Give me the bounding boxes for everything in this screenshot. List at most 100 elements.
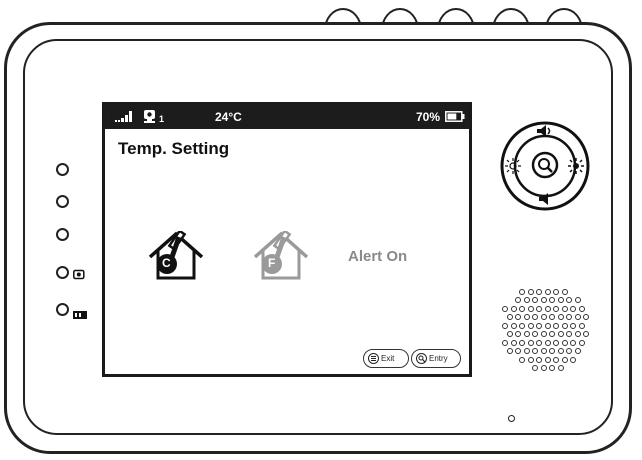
speaker-hole (519, 339, 526, 346)
signal-bars-icon (115, 111, 135, 126)
speaker-hole (574, 314, 581, 320)
speaker-hole (583, 331, 589, 337)
celsius-letter: C (162, 256, 171, 270)
menu-icon (368, 353, 379, 364)
speaker-hole (506, 331, 513, 337)
speaker-hole (506, 348, 513, 354)
speaker-hole (566, 297, 572, 303)
speaker-hole (553, 339, 560, 346)
camera-index: 1 (159, 114, 165, 124)
speaker-hole (515, 348, 521, 354)
speaker-hole (578, 322, 585, 329)
camera-icon (73, 267, 85, 285)
battery-percent: 70% (416, 110, 441, 124)
side-button-camera[interactable] (56, 266, 69, 279)
speaker-hole (570, 339, 577, 346)
speaker-hole (553, 288, 560, 295)
microphone-hole-icon (508, 415, 515, 422)
speaker-hole (561, 322, 568, 329)
side-button-3[interactable] (56, 228, 69, 241)
speaker-hole (532, 314, 538, 320)
side-button-video[interactable] (56, 303, 69, 316)
speaker-hole (515, 297, 521, 303)
speaker-hole (519, 305, 526, 312)
entry-label: Entry (429, 354, 448, 363)
fahrenheit-option[interactable]: F (252, 229, 310, 286)
speaker-hole (549, 314, 555, 320)
speaker-hole (536, 322, 543, 329)
speaker-hole (574, 297, 581, 303)
speaker-hole (561, 305, 568, 312)
speaker-hole (544, 356, 551, 363)
speaker-hole (510, 339, 517, 346)
speaker-hole (578, 305, 585, 312)
speaker-hole (540, 297, 547, 303)
speaker-hole (515, 331, 521, 337)
speaker-hole (566, 314, 572, 320)
exit-button[interactable]: Exit (363, 349, 409, 368)
celsius-house-icon (148, 229, 204, 280)
speaker-hole (502, 339, 509, 346)
speaker-hole (557, 331, 564, 337)
speaker-hole (523, 314, 530, 320)
speaker-hole (523, 297, 530, 303)
speaker-hole (570, 356, 577, 363)
speaker-hole (532, 365, 538, 371)
speaker-hole (527, 339, 534, 346)
speaker-hole (553, 356, 560, 363)
speaker-hole (510, 322, 517, 329)
speaker-hole (566, 348, 572, 354)
alert-label[interactable]: Alert On (348, 248, 407, 265)
temperature-readout: 24°C (215, 110, 242, 124)
speaker-hole (549, 348, 555, 354)
side-button-1[interactable] (56, 163, 69, 176)
speaker-hole (523, 348, 530, 354)
speaker-hole (561, 339, 568, 346)
battery-icon (445, 111, 465, 125)
speaker-hole (532, 348, 538, 354)
speaker-hole (519, 288, 526, 295)
speaker-hole (536, 339, 543, 346)
speaker-hole (540, 348, 547, 354)
speaker-hole (553, 305, 560, 312)
speaker-hole (578, 339, 585, 346)
brightness-down-icon[interactable] (504, 157, 522, 180)
speaker-hole (557, 348, 564, 354)
speaker-hole (527, 322, 534, 329)
status-bar: 1 24°C 70% (105, 105, 469, 129)
side-button-2[interactable] (56, 195, 69, 208)
speaker-hole (549, 297, 555, 303)
fahrenheit-letter: F (268, 256, 276, 270)
speaker-hole (557, 365, 564, 371)
speaker-grille-icon (498, 280, 592, 374)
zoom-icon[interactable] (536, 156, 556, 181)
zoom-icon (416, 353, 427, 364)
speaker-hole (519, 322, 526, 329)
speaker-hole (502, 322, 509, 329)
brightness-up-icon[interactable] (567, 157, 585, 180)
speaker-hole (557, 297, 564, 303)
speaker-hole (540, 331, 547, 337)
speaker-hole (544, 322, 551, 329)
volume-down-icon[interactable] (538, 192, 552, 211)
speaker-hole (510, 305, 517, 312)
camera-icon (143, 109, 157, 127)
speaker-hole (570, 322, 577, 329)
speaker-hole (544, 288, 551, 295)
video-icon (73, 306, 87, 324)
speaker-hole (536, 288, 543, 295)
speaker-hole (506, 314, 513, 320)
speaker-hole (527, 305, 534, 312)
speaker-hole (532, 297, 538, 303)
speaker-hole (561, 288, 568, 295)
speaker-hole (536, 305, 543, 312)
speaker-hole (515, 314, 521, 320)
speaker-hole (523, 331, 530, 337)
celsius-option[interactable]: C (147, 229, 205, 286)
entry-button[interactable]: Entry (411, 349, 461, 368)
speaker-hole (527, 356, 534, 363)
volume-up-icon[interactable] (536, 124, 554, 143)
speaker-hole (544, 339, 551, 346)
fahrenheit-house-icon (253, 229, 309, 280)
speaker-hole (570, 305, 577, 312)
